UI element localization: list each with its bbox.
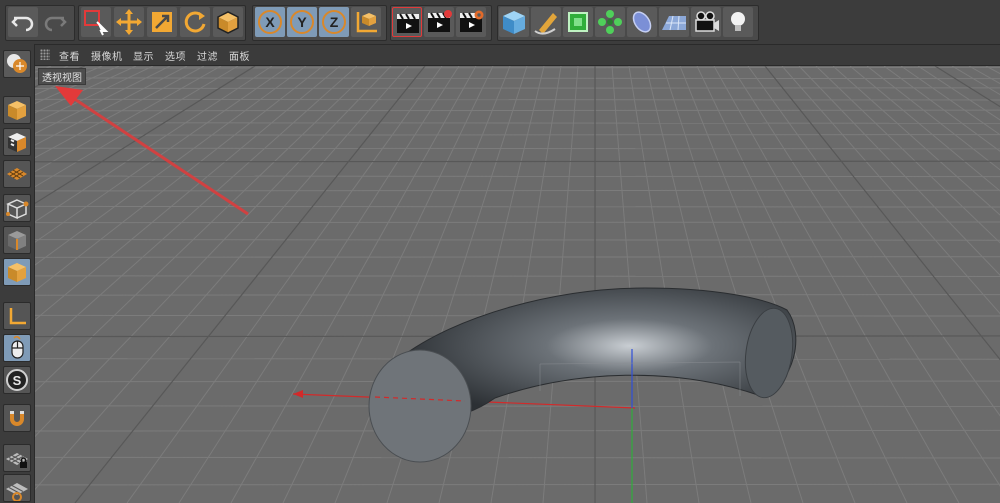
axis-mode-icon [9, 308, 26, 325]
subdivision-button[interactable] [563, 7, 593, 37]
scale-icon [152, 12, 172, 32]
cube-object-button[interactable] [499, 7, 529, 37]
menu-panel[interactable]: 面板 [229, 48, 250, 63]
texture-mode-icon [8, 133, 26, 152]
deformer-button[interactable] [627, 7, 657, 37]
workplane-icon [7, 168, 27, 180]
snap-label: S [13, 373, 22, 388]
model-mode-button[interactable] [3, 96, 31, 124]
floor-grid-icon [662, 15, 686, 31]
texture-mode-button[interactable] [3, 128, 31, 156]
cube-object-icon [503, 11, 525, 34]
coordinate-system-icon [356, 12, 377, 33]
snap-button[interactable]: S [3, 366, 31, 394]
x-axis-arrowhead [293, 390, 303, 398]
axis-z-label: Z [330, 14, 339, 30]
menu-display[interactable]: 显示 [133, 48, 154, 63]
floor-button[interactable] [659, 7, 689, 37]
live-selection-icon [84, 10, 109, 36]
point-mode-icon [6, 199, 29, 220]
clapboard-play-icon [428, 10, 452, 32]
viewport-title[interactable]: 透视视图 [38, 68, 86, 85]
axis-x-button[interactable]: X [255, 7, 285, 37]
axis-y-label: Y [297, 14, 307, 30]
pen-spline-button[interactable] [531, 7, 561, 37]
subdivision-surface-icon [568, 12, 588, 32]
tube-end-cap-left [368, 349, 472, 463]
camera-button[interactable] [691, 7, 721, 37]
grid-lock-icon [6, 453, 28, 468]
redo-icon [44, 16, 67, 32]
redo-button[interactable] [40, 7, 70, 37]
perspective-viewport[interactable]: 透视视图 [35, 66, 1000, 503]
coordinate-system-button[interactable] [351, 7, 381, 37]
undo-icon [11, 16, 34, 32]
light-button[interactable] [723, 7, 753, 37]
bend-deformer-icon [632, 11, 652, 33]
polygon-mode-icon [8, 263, 26, 282]
rotate-icon [184, 11, 206, 33]
array-icon [598, 10, 622, 34]
scale-button[interactable] [147, 7, 177, 37]
model-mode-icon [8, 101, 26, 120]
edge-mode-button[interactable] [3, 226, 31, 254]
main-toolbar: X Y Z [0, 0, 1000, 45]
workplane-mode-button[interactable] [3, 160, 31, 188]
axis-mode-button[interactable] [3, 302, 31, 330]
magnet-button[interactable] [3, 404, 31, 432]
make-editable-icon [7, 54, 27, 73]
magnet-icon [10, 411, 24, 426]
make-editable-button[interactable] [3, 50, 31, 78]
clapboard-gear-icon [460, 10, 484, 32]
axis-z-button[interactable]: Z [319, 7, 349, 37]
viewport-menubar: 查看 摄像机 显示 选项 过滤 面板 [35, 45, 1000, 66]
menu-view[interactable]: 查看 [59, 48, 80, 63]
render-view-button[interactable] [392, 7, 422, 37]
light-bulb-icon [731, 12, 745, 31]
grid-snap-icon [6, 483, 28, 501]
array-button[interactable] [595, 7, 625, 37]
axis-y-button[interactable]: Y [287, 7, 317, 37]
mouse-icon [11, 335, 24, 359]
tweak-mode-button[interactable] [3, 334, 31, 362]
pen-spline-icon [534, 13, 557, 35]
rotate-button[interactable] [180, 7, 210, 37]
annotation-arrow-line [66, 92, 249, 216]
menu-options[interactable]: 选项 [165, 48, 186, 63]
grid-lock-button[interactable] [3, 444, 31, 472]
clapboard-icon [397, 13, 419, 33]
undo-button[interactable] [8, 7, 38, 37]
polygon-mode-button[interactable] [3, 258, 31, 286]
render-to-picture-viewer-button[interactable] [424, 7, 454, 37]
panel-grip-icon[interactable] [40, 49, 50, 60]
scene-objects [55, 86, 797, 503]
mode-palette: S [0, 44, 35, 503]
recent-tool-button[interactable] [213, 7, 243, 37]
render-settings-button[interactable] [456, 7, 486, 37]
camera-icon [695, 11, 719, 32]
move-icon [116, 9, 142, 35]
live-selection-button[interactable] [81, 7, 111, 37]
move-button[interactable] [114, 7, 144, 37]
grid-orange-button[interactable] [3, 474, 31, 502]
edge-mode-icon [8, 231, 26, 250]
menu-cameras[interactable]: 摄像机 [91, 48, 123, 63]
axis-x-label: X [265, 14, 275, 30]
point-mode-button[interactable] [3, 194, 31, 222]
cube-icon [217, 11, 239, 34]
menu-filter[interactable]: 过滤 [197, 48, 218, 63]
